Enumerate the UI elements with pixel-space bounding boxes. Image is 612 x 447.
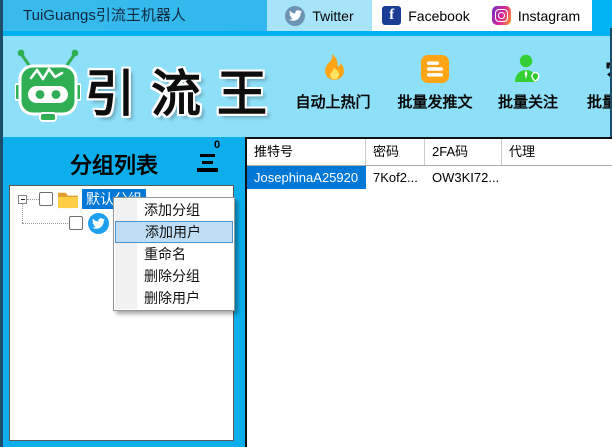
table-header-row: 推特号 密码 2FA码 代理	[247, 139, 612, 166]
column-header-2fa[interactable]: 2FA码	[425, 139, 502, 165]
app-header: 引流王 自动上热门 批量发推文 批量关注	[3, 36, 610, 137]
column-header-twitter-id[interactable]: 推特号	[247, 139, 366, 165]
cell-twitter-id[interactable]: JosephinaA25920	[247, 166, 366, 189]
tab-twitter-label: Twitter	[312, 8, 353, 24]
column-header-proxy[interactable]: 代理	[502, 139, 612, 165]
tree-connector	[27, 199, 39, 200]
bulk-retweet-label: 批量	[587, 91, 612, 112]
folder-icon	[57, 191, 79, 214]
tab-instagram-label: Instagram	[518, 8, 580, 24]
column-header-password[interactable]: 密码	[366, 139, 425, 165]
bulk-follow-label: 批量关注	[498, 91, 558, 112]
accounts-table: 推特号 密码 2FA码 代理 JosephinaA25920 7Kof2... …	[245, 137, 612, 447]
tab-instagram[interactable]: Instagram	[480, 0, 592, 31]
user-checkbox[interactable]	[69, 216, 83, 230]
menu-item-delete-user[interactable]: 删除用户	[114, 287, 234, 309]
logo-wordmark: 引流王	[85, 54, 283, 126]
flame-icon	[317, 53, 349, 85]
auto-trending-button[interactable]: 自动上热门	[285, 50, 381, 128]
cell-password[interactable]: 7Kof2...	[366, 166, 425, 189]
follow-user-icon	[512, 53, 544, 85]
menu-item-rename[interactable]: 重命名	[114, 243, 234, 265]
bulk-retweet-button[interactable]: 批量	[575, 50, 612, 128]
twitter-icon[interactable]	[88, 213, 109, 234]
cell-proxy[interactable]	[502, 166, 612, 189]
tree-connector	[22, 204, 23, 223]
table-row[interactable]: JosephinaA25920 7Kof2... OW3KI72...	[247, 166, 612, 189]
facebook-icon: f	[382, 6, 401, 25]
tree-expander-icon[interactable]	[18, 195, 27, 204]
tab-twitter[interactable]: Twitter	[267, 0, 372, 31]
tree-connector	[22, 223, 68, 224]
group-menu-icon[interactable]	[196, 153, 220, 173]
group-list-title: 分组列表	[70, 148, 158, 180]
group-count-badge: 0	[214, 139, 220, 151]
menu-item-delete-group[interactable]: 删除分组	[114, 265, 234, 287]
twitter-icon	[285, 6, 305, 26]
cell-2fa[interactable]: OW3KI72...	[425, 166, 502, 189]
instagram-icon	[492, 6, 511, 25]
tab-facebook-label: Facebook	[408, 8, 469, 24]
tab-facebook[interactable]: f Facebook	[372, 0, 480, 31]
bulk-post-button[interactable]: 批量发推文	[387, 50, 483, 128]
bulk-post-label: 批量发推文	[397, 91, 472, 112]
window-title: TuiGuangs引流王机器人	[23, 0, 186, 31]
menu-item-add-user[interactable]: 添加用户	[115, 221, 233, 243]
auto-trending-label: 自动上热门	[295, 91, 370, 112]
app-window: TuiGuangs引流王机器人 Twitter f Facebook Insta…	[0, 0, 612, 447]
menu-item-add-group[interactable]: 添加分组	[114, 199, 234, 221]
bulk-follow-button[interactable]: 批量关注	[480, 50, 576, 128]
document-icon	[419, 53, 451, 85]
robot-logo-icon	[15, 46, 81, 131]
group-checkbox[interactable]	[39, 192, 53, 206]
context-menu: 添加分组 添加用户 重命名 删除分组 删除用户	[113, 197, 235, 311]
